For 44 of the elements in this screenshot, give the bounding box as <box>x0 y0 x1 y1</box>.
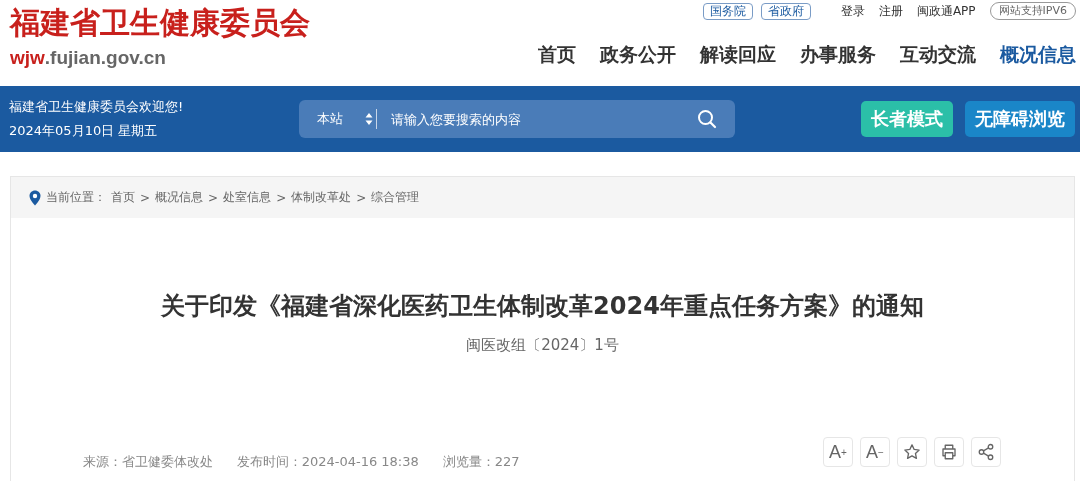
breadcrumb-link[interactable]: 概况信息 <box>155 189 204 206</box>
site-name: 福建省卫生健康委员会 <box>10 4 310 42</box>
scope-select[interactable]: 本站 <box>317 110 373 128</box>
breadcrumb-link[interactable]: 首页 <box>111 189 135 206</box>
breadcrumb-link[interactable]: 处室信息 <box>223 189 272 206</box>
portal-link[interactable]: 省政府 <box>760 2 811 20</box>
top-link[interactable]: 登录 <box>840 2 865 20</box>
site-domain: wjw.fujian.gov.cn <box>10 47 167 69</box>
breadcrumb-separator: > <box>208 190 219 205</box>
meta-text: 发布时间 : 2024-04-16 18:38 <box>237 453 419 471</box>
printer-icon <box>940 443 958 461</box>
location-pin-icon <box>29 189 41 206</box>
top-link[interactable]: 闽政通APP <box>916 2 976 20</box>
font-decrease-button[interactable]: A$^{−}$ <box>860 437 890 467</box>
portal-link[interactable]: 国务院 <box>702 2 753 20</box>
welcome-text: 福建省卫生健康委员会欢迎您! <box>9 98 185 116</box>
nav-tab[interactable]: 政务公开 <box>600 42 676 68</box>
breadcrumb-link[interactable]: 体制改革处 <box>291 189 352 206</box>
top-link[interactable]: 注册 <box>878 2 903 20</box>
date-text: 2024年05月10日 星期五 <box>9 122 159 140</box>
breadcrumb-separator: > <box>356 190 367 205</box>
breadcrumb-separator: > <box>276 190 287 205</box>
article-title: 关于印发《福建省深化医药卫生体制改革2024年重点任务方案》的通知 <box>160 291 925 322</box>
nav-tab[interactable]: 互动交流 <box>900 42 976 68</box>
breadcrumb-label: 当前位置： <box>46 189 106 206</box>
meta-text: 浏览量：227 <box>442 453 520 471</box>
nav-tab[interactable]: 概况信息 <box>1000 42 1076 68</box>
font-increase-button[interactable]: A$^{+}$ <box>823 437 853 467</box>
search-field[interactable]: 本站 请输入您要搜索的内容 <box>299 100 735 138</box>
sort-icon <box>365 112 373 126</box>
favorite-button[interactable] <box>897 437 927 467</box>
nav-tab[interactable]: 办事服务 <box>800 42 876 68</box>
breadcrumb-separator: > <box>140 190 151 205</box>
mode-button[interactable]: 无障碍浏览 <box>965 101 1075 137</box>
document-number: 闽医改组〔2024〕1号 <box>465 336 620 355</box>
print-button[interactable] <box>934 437 964 467</box>
search-icon[interactable] <box>697 109 717 129</box>
nav-tab[interactable]: 首页 <box>538 42 576 68</box>
share-icon <box>977 443 995 461</box>
share-button[interactable] <box>971 437 1001 467</box>
meta-text: 来源：省卫健委体改处 <box>83 453 213 471</box>
breadcrumb-link[interactable]: 综合管理 <box>371 189 420 206</box>
nav-tab[interactable]: 解读回应 <box>700 42 776 68</box>
star-icon <box>903 443 921 461</box>
